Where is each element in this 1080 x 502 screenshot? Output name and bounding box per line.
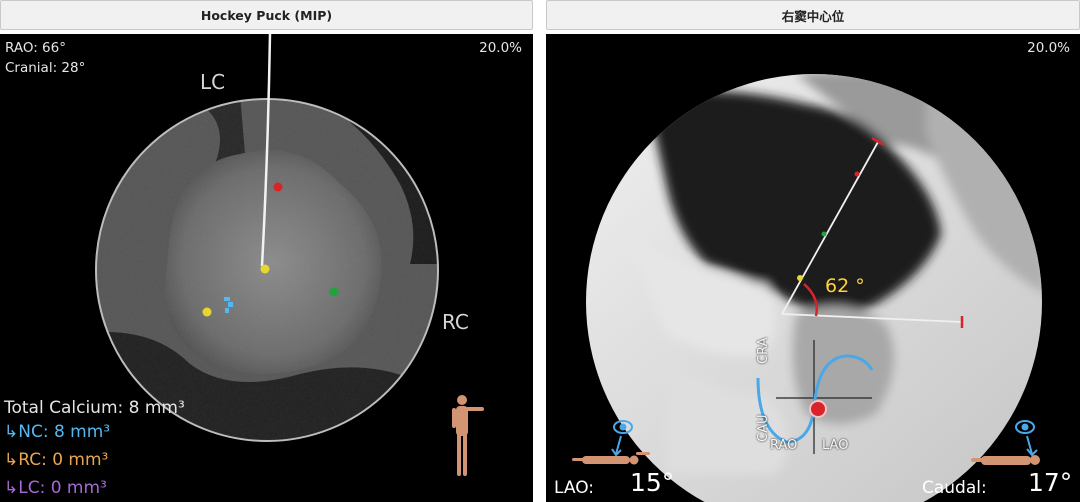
lao-angle-value: 15° [630, 468, 675, 497]
lc-label: LC [200, 70, 226, 94]
angiography-viewport[interactable]: 20.0% 62 ° CRA CAU RAO LAO LAO: 15° Caud… [546, 34, 1080, 502]
red-marker [273, 182, 283, 192]
rao-readout: RAO: 66° [5, 40, 66, 56]
caudal-angle-label: Caudal: [922, 478, 987, 498]
caudal-angle-value: 17° [1028, 468, 1073, 497]
human-figure-orientation [452, 395, 484, 476]
lao-angle-label: LAO: [554, 478, 595, 498]
cau-label: CAU [756, 414, 771, 443]
nc-calcium: ↳NC: 8 mm³ [4, 422, 111, 442]
yellow-marker [202, 307, 212, 317]
cra-label: CRA [756, 337, 771, 364]
yellow-marker-center [260, 264, 270, 274]
zoom-readout: 20.0% [479, 40, 522, 56]
angiography-image [546, 34, 1080, 502]
rao-label: RAO [770, 438, 798, 453]
lc-calcium: ↳LC: 0 mm³ [4, 478, 107, 498]
zoom-readout: 20.0% [1027, 40, 1070, 56]
mip-viewport[interactable]: RAO: 66° Cranial: 28° 20.0% LC RC Total … [0, 34, 533, 502]
right-sinus-panel: 右窦中心位 20.0% 62 ° CRA CAU RAO LAO LAO: 15… [546, 0, 1080, 502]
panel-header-hockey-puck: Hockey Puck (MIP) [0, 0, 533, 30]
panel-header-right-sinus: 右窦中心位 [546, 0, 1080, 30]
rc-calcium: ↳RC: 0 mm³ [4, 450, 109, 470]
hockey-puck-panel: Hockey Puck (MIP) RAO: 66° Cranial: 28° … [0, 0, 533, 502]
rc-label: RC [442, 310, 469, 334]
total-calcium: Total Calcium: 8 mm³ [4, 398, 185, 418]
lao-label: LAO [822, 438, 849, 453]
green-marker [329, 287, 339, 297]
angle-value: 62 ° [825, 275, 865, 297]
panel-title: 右窦中心位 [781, 8, 845, 24]
panel-title: Hockey Puck (MIP) [200, 7, 333, 23]
cranial-readout: Cranial: 28° [5, 60, 86, 76]
